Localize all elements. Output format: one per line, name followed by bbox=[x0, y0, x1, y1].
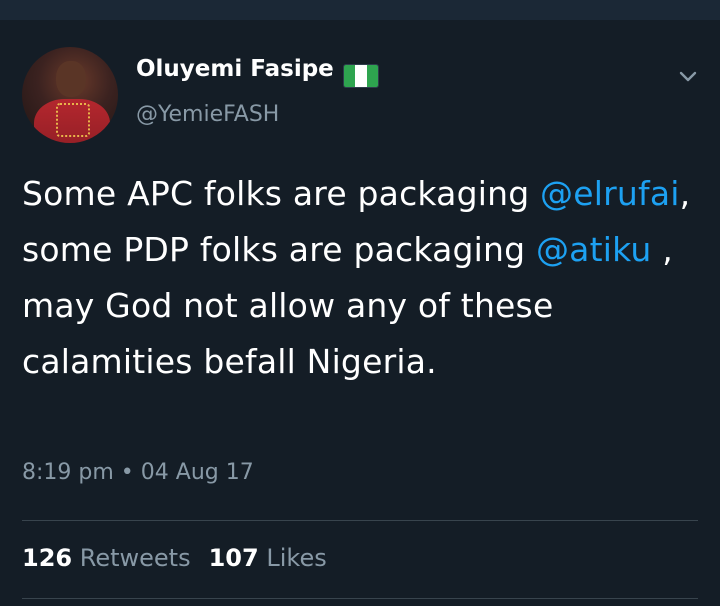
likes-label: Likes bbox=[266, 544, 327, 572]
mention-link-elrufai[interactable]: @elrufai bbox=[540, 174, 680, 213]
retweets-label: Retweets bbox=[79, 544, 191, 572]
avatar-face bbox=[56, 61, 86, 97]
tweet-time: 8:19 pm bbox=[22, 460, 114, 485]
avatar[interactable] bbox=[22, 47, 118, 143]
tweet-date: 04 Aug 17 bbox=[140, 460, 254, 485]
flag-stripe-middle bbox=[355, 65, 367, 87]
likes-stat[interactable]: 107 Likes bbox=[209, 544, 327, 572]
likes-count: 107 bbox=[208, 544, 259, 572]
divider bbox=[22, 520, 698, 521]
tweet-timestamp: 8:19 pm • 04 Aug 17 bbox=[22, 460, 254, 485]
retweets-count: 126 bbox=[22, 544, 73, 572]
flag-stripe-right bbox=[366, 65, 378, 87]
user-handle[interactable]: @YemieFASH bbox=[136, 102, 279, 127]
timestamp-separator: • bbox=[120, 460, 134, 485]
avatar-shirt-pattern bbox=[56, 103, 90, 137]
mention-link-atiku[interactable]: @atiku bbox=[536, 230, 652, 269]
display-name[interactable]: Oluyemi Fasipe bbox=[136, 56, 334, 82]
retweets-stat[interactable]: 126 Retweets bbox=[22, 544, 191, 572]
tweet-text-part: Some APC folks are packaging bbox=[22, 174, 541, 213]
tweet-text: Some APC folks are packaging @elrufai, s… bbox=[22, 166, 702, 390]
nigeria-flag-icon bbox=[343, 64, 379, 88]
flag-stripe-left bbox=[344, 65, 356, 87]
engagement-stats: 126 Retweets 107 Likes bbox=[22, 544, 327, 572]
chevron-down-icon[interactable] bbox=[676, 64, 700, 88]
divider bbox=[22, 598, 698, 599]
tweet-card: Oluyemi Fasipe @YemieFASH Some APC folks… bbox=[0, 20, 720, 606]
status-bar-strip bbox=[0, 0, 720, 20]
